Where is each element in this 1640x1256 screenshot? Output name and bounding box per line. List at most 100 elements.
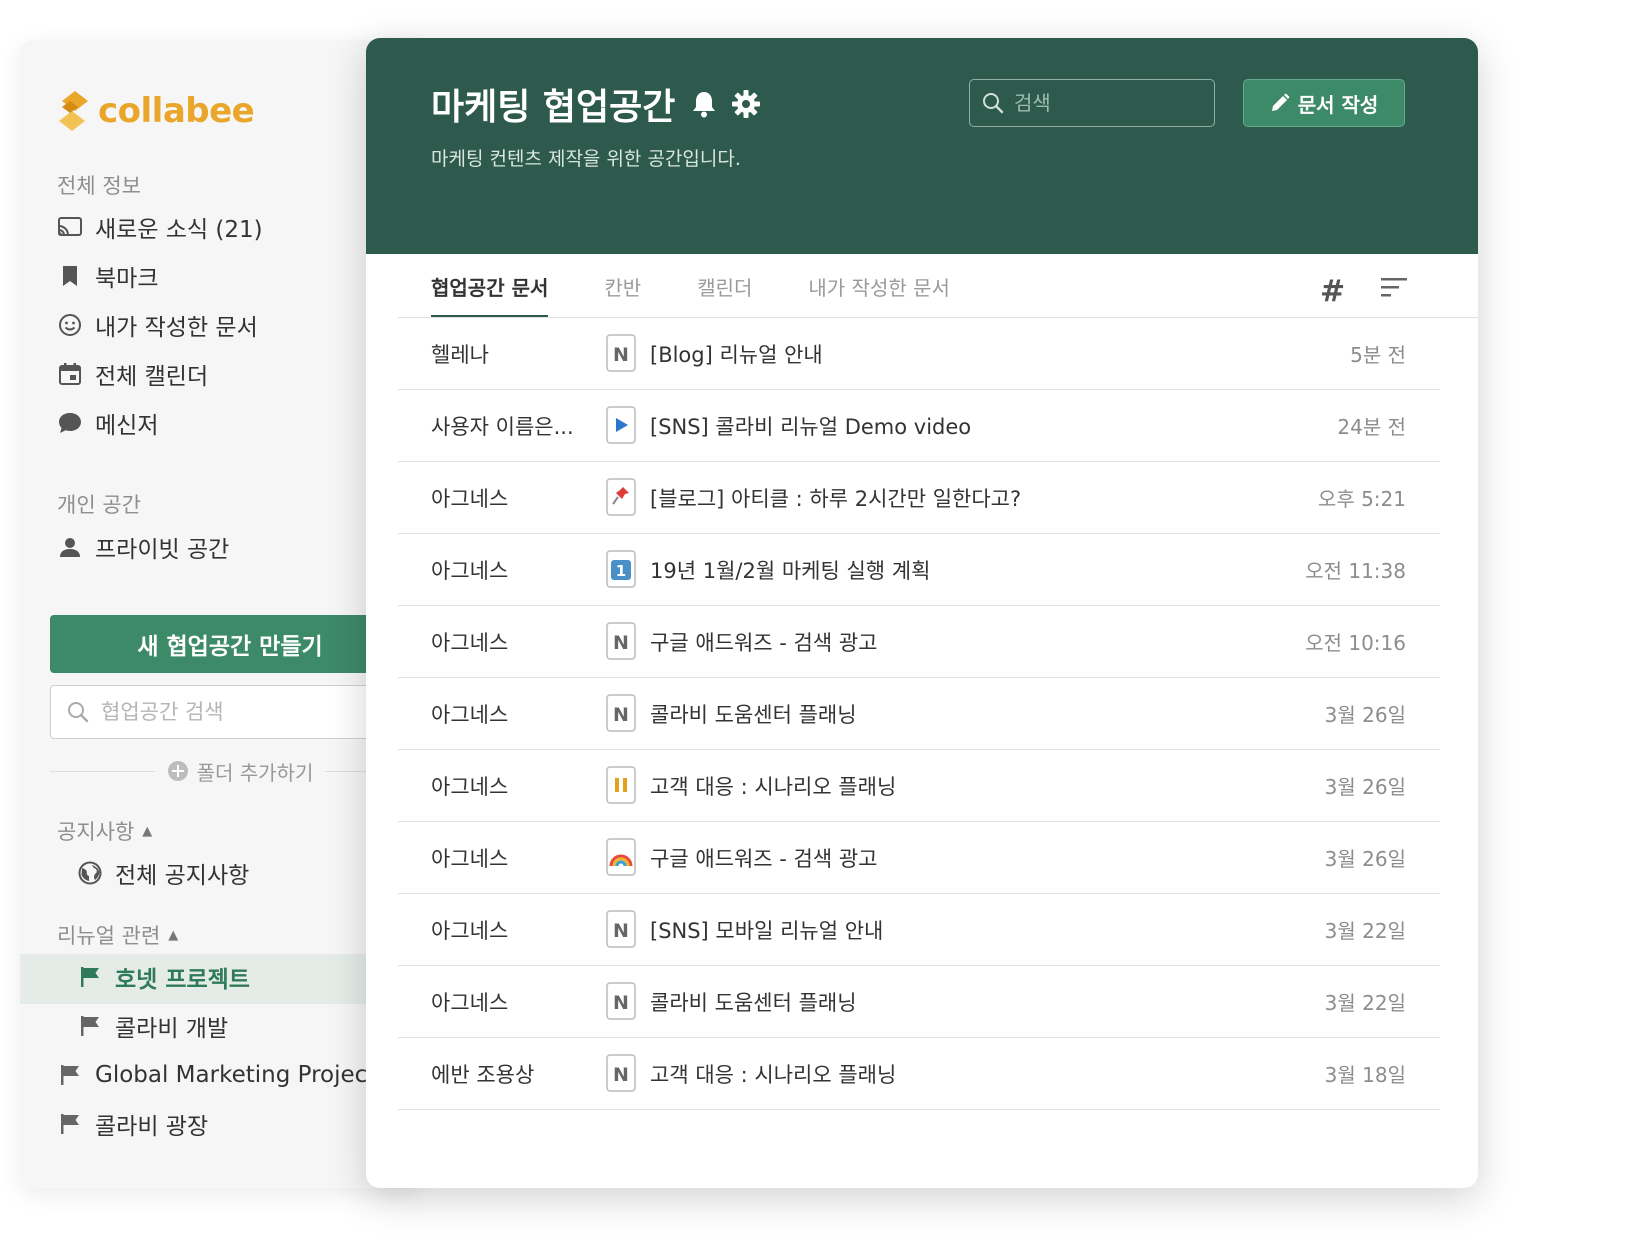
document-row[interactable]: 헬레나 N [Blog] 리뉴얼 안내 5분 전: [398, 318, 1440, 390]
document-time: 3월 26일: [1324, 703, 1406, 727]
person-icon: [57, 534, 83, 560]
document-title[interactable]: [Blog] 리뉴얼 안내: [650, 339, 823, 369]
group-label: 리뉴얼 관련: [57, 924, 161, 948]
tab-my-docs[interactable]: 내가 작성한 문서: [808, 254, 950, 318]
flag-icon: [57, 1062, 83, 1088]
document-row[interactable]: 에반 조용상 N 고객 대응 : 시나리오 플래닝 3월 18일: [398, 1038, 1440, 1110]
bookmark-icon: [57, 263, 83, 289]
document-row[interactable]: 아그네스 고객 대응 : 시나리오 플래닝 3월 26일: [398, 750, 1440, 822]
document-time: 3월 22일: [1324, 919, 1406, 943]
group-notice-toggle[interactable]: 공지사항 ▲: [57, 816, 152, 846]
document-title[interactable]: 19년 1월/2월 마케팅 실행 계획: [650, 555, 930, 585]
tab-calendar[interactable]: 캘린더: [697, 254, 752, 318]
svg-text:N: N: [613, 920, 629, 942]
number-one-icon: 1: [606, 550, 636, 588]
calendar-icon: [57, 361, 83, 387]
search-icon: [68, 702, 89, 723]
workspace-description: 마케팅 컨텐츠 제작을 위한 공간입니다.: [431, 148, 741, 170]
document-title[interactable]: 구글 애드워즈 - 검색 광고: [650, 843, 877, 873]
note-n-icon: N: [606, 694, 636, 732]
pause-icon: [606, 766, 636, 804]
document-time: 오후 5:21: [1317, 487, 1406, 511]
document-time: 3월 26일: [1324, 775, 1406, 799]
write-document-button[interactable]: 문서 작성: [1243, 79, 1405, 127]
sidebar-item-calendar[interactable]: 전체 캘린더: [57, 355, 208, 393]
sidebar-item-global-marketing[interactable]: Global Marketing Project...: [57, 1056, 398, 1094]
sidebar-item-my-docs[interactable]: 내가 작성한 문서: [57, 306, 258, 344]
document-row[interactable]: 아그네스 N 콜라비 도움센터 플래닝 3월 22일: [398, 966, 1440, 1038]
document-title[interactable]: [블로그] 아티클 : 하루 2시간만 일한다고?: [650, 483, 1021, 513]
document-author: 아그네스: [431, 702, 509, 727]
document-row[interactable]: 아그네스 N 콜라비 도움센터 플래닝 3월 26일: [398, 678, 1440, 750]
document-time: 3월 22일: [1324, 991, 1406, 1015]
sidebar-item-label: Global Marketing Project...: [95, 1062, 399, 1088]
space-search-box[interactable]: [50, 685, 420, 739]
document-row[interactable]: 아그네스 N [SNS] 모바일 리뉴얼 안내 3월 22일: [398, 894, 1440, 966]
document-time: 오전 11:38: [1305, 559, 1406, 583]
tab-workspace-docs[interactable]: 협업공간 문서: [431, 254, 549, 318]
doc-search-box[interactable]: [969, 79, 1215, 127]
workspace-title-row: 마케팅 협업공간: [431, 78, 761, 130]
sidebar-item-label: 호넷 프로젝트: [115, 967, 250, 993]
caret-up-icon: ▲: [142, 823, 153, 839]
sidebar-item-label: 전체 캘린더: [95, 364, 209, 390]
document-title[interactable]: [SNS] 콜라비 리뉴얼 Demo video: [650, 411, 971, 441]
group-renewal-toggle[interactable]: 리뉴얼 관련 ▲: [57, 920, 178, 950]
document-row[interactable]: 아그네스 [블로그] 아티클 : 하루 2시간만 일한다고? 오후 5:21: [398, 462, 1440, 534]
document-author: 아그네스: [431, 630, 509, 655]
section-personal-label: 개인 공간: [57, 493, 141, 517]
collabee-logo[interactable]: collabee: [58, 88, 255, 134]
doc-search-input[interactable]: [1012, 90, 1206, 116]
document-author: 아그네스: [431, 486, 509, 511]
document-title[interactable]: 고객 대응 : 시나리오 플래닝: [650, 771, 896, 801]
sidebar-item-collabee-square[interactable]: 콜라비 광장: [57, 1105, 208, 1143]
sidebar-item-bookmark[interactable]: 북마크: [57, 257, 158, 295]
document-title[interactable]: 콜라비 도움센터 플래닝: [650, 987, 857, 1017]
svg-text:N: N: [613, 704, 629, 726]
sidebar-item-hornet-project[interactable]: 호넷 프로젝트: [77, 958, 250, 996]
document-author: 아그네스: [431, 558, 509, 583]
pencil-icon: [1270, 93, 1290, 113]
document-row[interactable]: 아그네스 1 19년 1월/2월 마케팅 실행 계획 오전 11:38: [398, 534, 1440, 606]
new-space-button[interactable]: 새 협업공간 만들기: [50, 615, 420, 673]
tab-kanban[interactable]: 칸반: [604, 254, 641, 318]
brand-name: collabee: [98, 91, 255, 131]
document-title[interactable]: 콜라비 도움센터 플래닝: [650, 699, 857, 729]
caret-up-icon: ▲: [168, 927, 179, 943]
sidebar-item-label: 메신저: [95, 413, 159, 439]
sidebar-item-messenger[interactable]: 메신저: [57, 404, 158, 442]
bell-icon[interactable]: [691, 90, 717, 118]
section-all-label: 전체 정보: [57, 174, 141, 198]
document-time: 오전 10:16: [1305, 631, 1406, 655]
space-search-input[interactable]: [99, 699, 353, 725]
document-row[interactable]: 아그네스 구글 애드워즈 - 검색 광고 3월 26일: [398, 822, 1440, 894]
document-author: 아그네스: [431, 774, 509, 799]
svg-text:N: N: [613, 344, 629, 366]
document-title[interactable]: [SNS] 모바일 리뉴얼 안내: [650, 915, 883, 945]
sort-icon[interactable]: [1380, 276, 1408, 298]
add-folder-button[interactable]: 폴더 추가하기: [167, 757, 314, 786]
note-n-icon: N: [606, 622, 636, 660]
sidebar-item-private-space[interactable]: 프라이빗 공간: [57, 528, 229, 566]
svg-text:N: N: [613, 632, 629, 654]
add-folder-label: 폴더 추가하기: [196, 760, 314, 785]
sidebar-item-news[interactable]: 새로운 소식 (21): [57, 208, 263, 246]
gear-icon[interactable]: [731, 89, 761, 119]
hashtag-icon[interactable]: #: [1320, 274, 1345, 309]
svg-text:N: N: [613, 1064, 629, 1086]
tab-bar: 협업공간 문서 칸반 캘린더 내가 작성한 문서: [431, 254, 1006, 318]
smile-icon: [57, 312, 83, 338]
sidebar-item-all-notices[interactable]: 전체 공지사항: [77, 854, 249, 892]
workspace-panel: 마케팅 협업공간 마케팅 컨텐츠 제작을 위한 공간입니다. 문서 작성 협업공…: [366, 38, 1478, 1188]
flag-icon: [77, 1013, 103, 1039]
document-title[interactable]: 고객 대응 : 시나리오 플래닝: [650, 1059, 896, 1089]
sidebar-item-collabee-dev[interactable]: 콜라비 개발: [77, 1007, 228, 1045]
search-icon: [983, 93, 1004, 114]
document-row[interactable]: 사용자 이름은... [SNS] 콜라비 리뉴얼 Demo video 24분 전: [398, 390, 1440, 462]
collabee-logo-icon: [59, 91, 88, 131]
document-title[interactable]: 구글 애드워즈 - 검색 광고: [650, 627, 877, 657]
group-label: 공지사항: [57, 820, 135, 844]
sidebar-item-label: 내가 작성한 문서: [95, 315, 258, 341]
document-row[interactable]: 아그네스 N 구글 애드워즈 - 검색 광고 오전 10:16: [398, 606, 1440, 678]
sidebar-item-label: 전체 공지사항: [115, 863, 250, 889]
